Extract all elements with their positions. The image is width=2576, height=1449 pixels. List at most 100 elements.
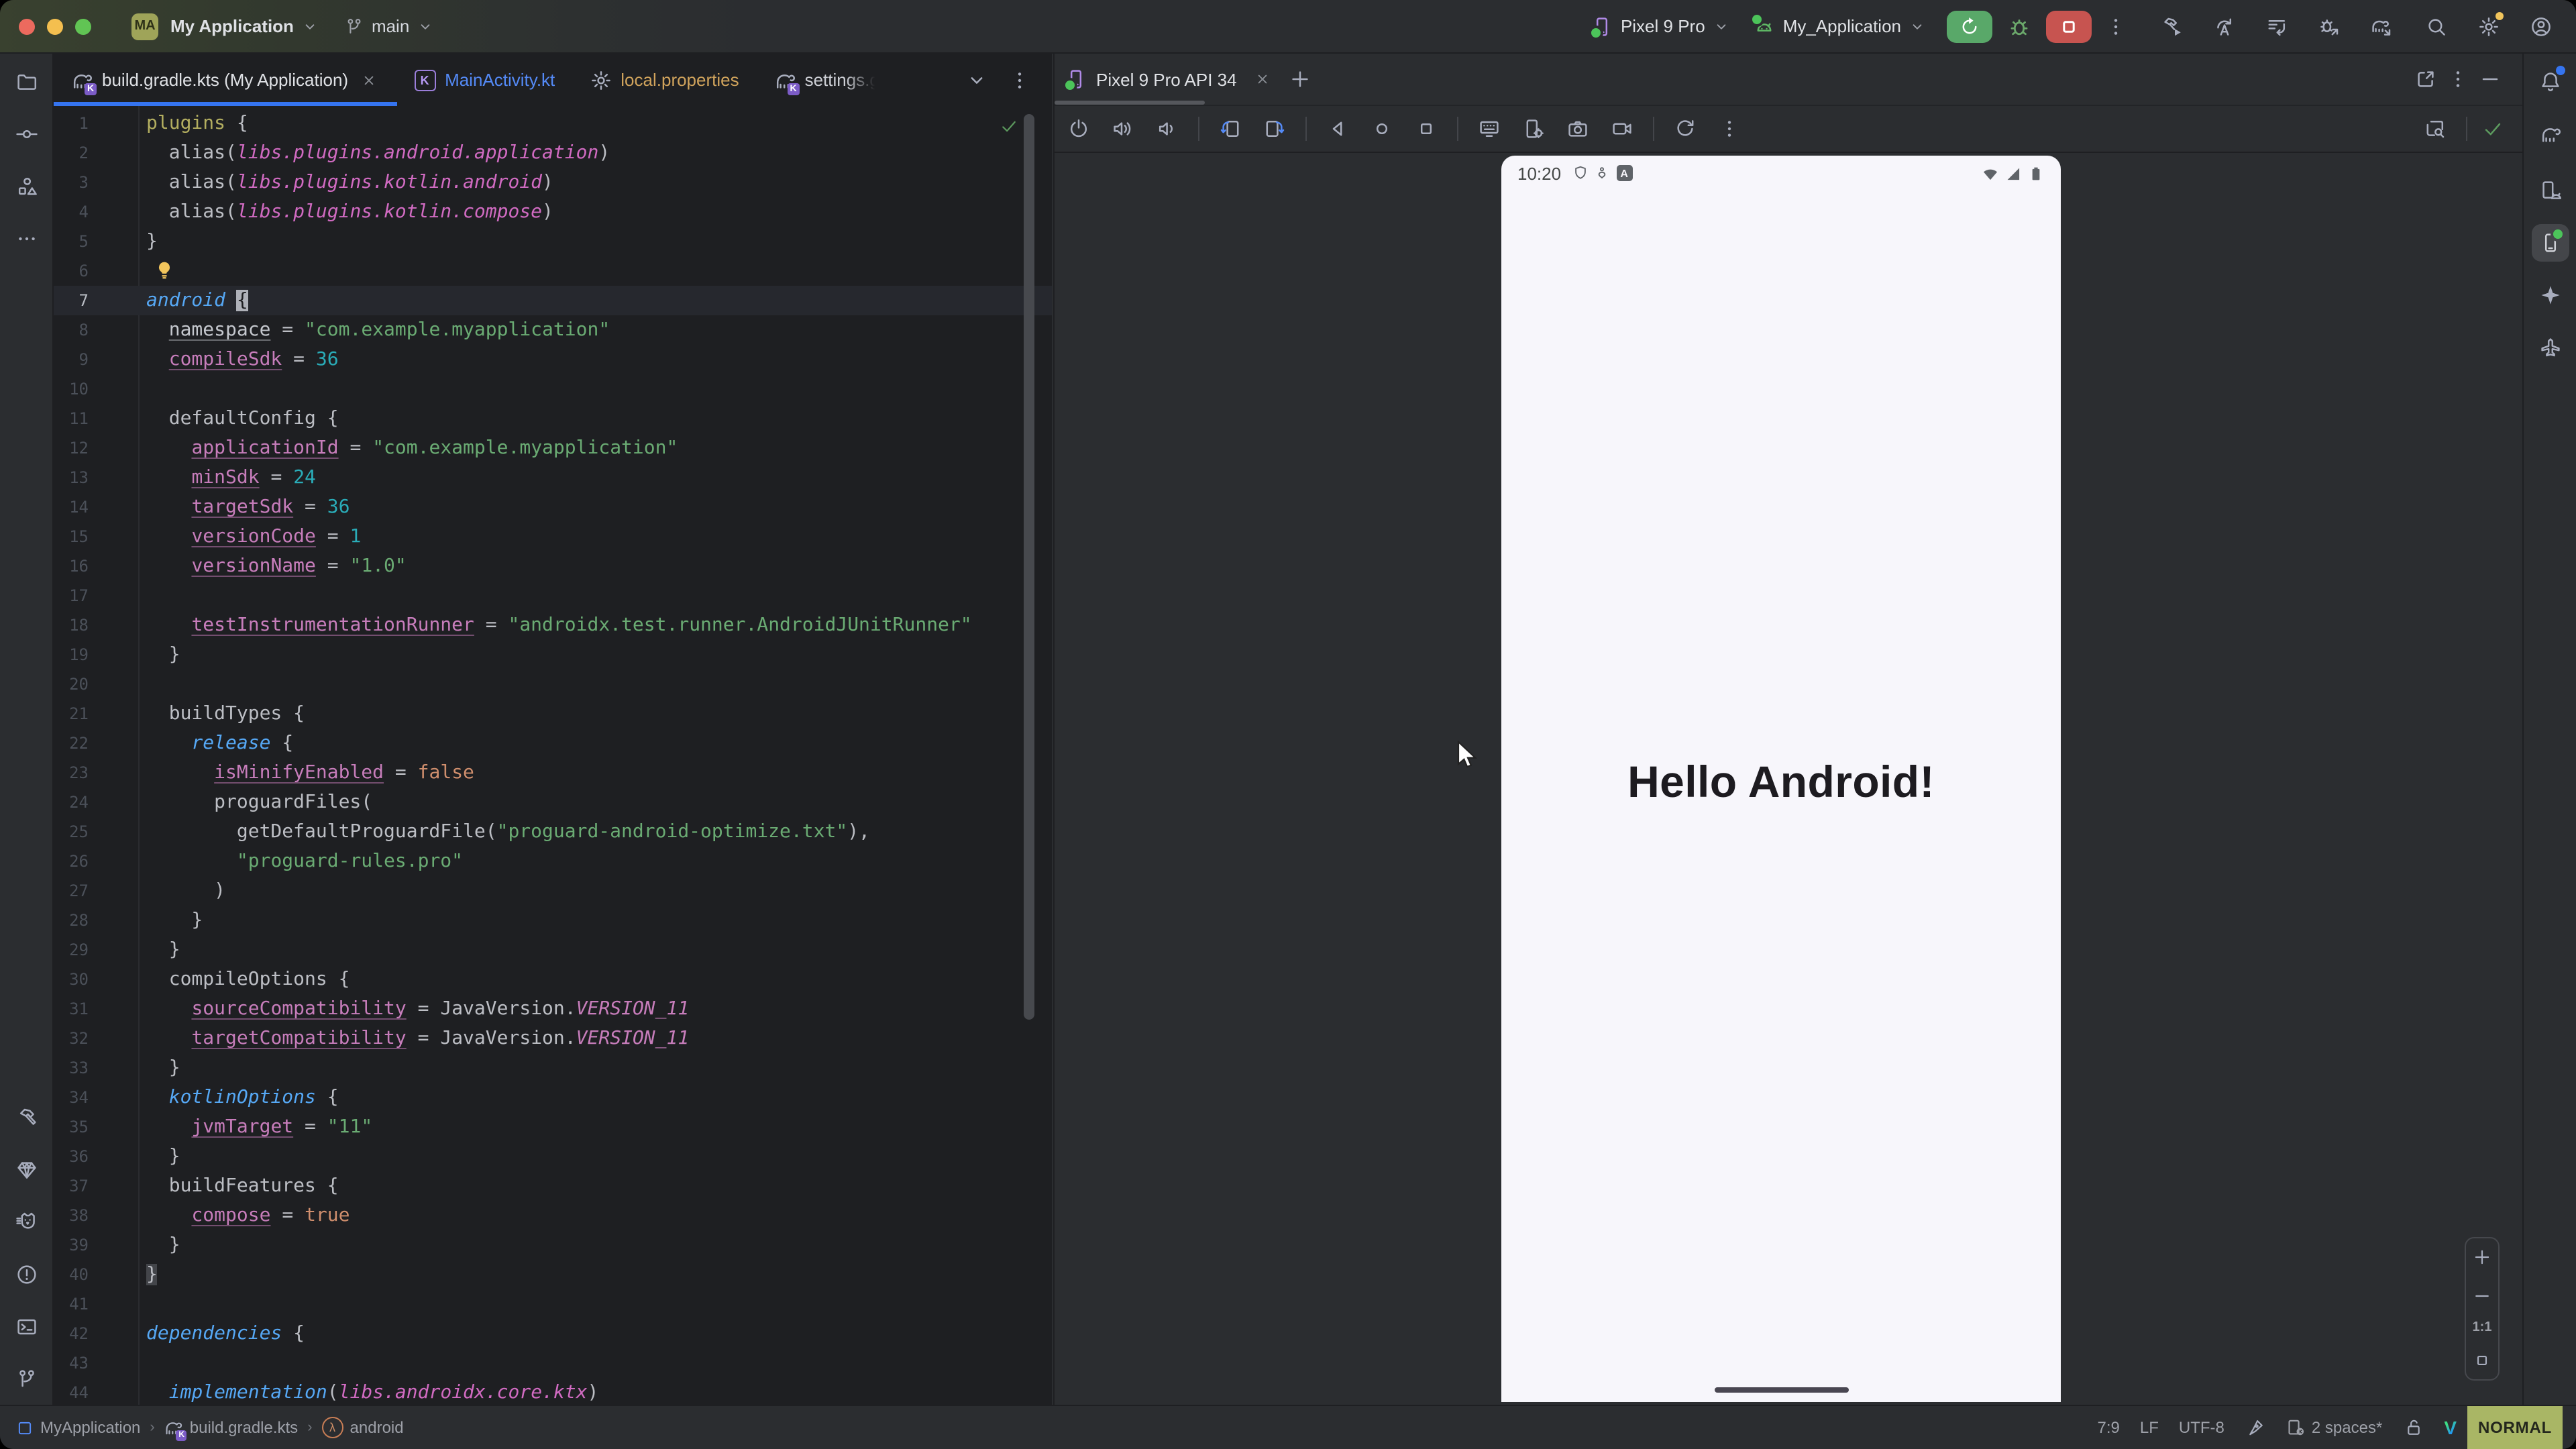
tab-mainactivity-kt[interactable]: K MainActivity.kt [396, 54, 572, 106]
sidebar-item-commit[interactable] [7, 115, 45, 153]
code-line[interactable]: 6 [54, 256, 1052, 286]
code-line[interactable]: 39 } [54, 1230, 1052, 1260]
rerun-button[interactable] [1947, 10, 1992, 42]
code-line[interactable]: 11 defaultConfig { [54, 404, 1052, 433]
code-line[interactable]: 3 alias(libs.plugins.kotlin.android) [54, 168, 1052, 197]
code-editor[interactable]: 1plugins {2 alias(libs.plugins.android.a… [54, 106, 1052, 1405]
breadcrumb-module[interactable]: MyApplication [16, 1418, 140, 1437]
close-device-tab-button[interactable] [1252, 68, 1273, 90]
code-line[interactable]: 26 "proguard-rules.pro" [54, 847, 1052, 876]
volume-up-button[interactable] [1107, 113, 1139, 145]
sidebar-item-structure[interactable] [7, 168, 45, 205]
project-widget[interactable]: My Application [170, 16, 318, 36]
screen-record-button[interactable] [1606, 113, 1638, 145]
code-line[interactable]: 33 } [54, 1053, 1052, 1083]
run-configuration-selector[interactable]: My_Application [1754, 15, 1925, 37]
code-line[interactable]: 4 alias(libs.plugins.kotlin.compose) [54, 197, 1052, 227]
line-ending-widget[interactable]: LF [2140, 1418, 2159, 1437]
hide-panel-button[interactable] [2474, 63, 2506, 95]
sidebar-item-logcat[interactable] [7, 1203, 45, 1241]
screenshot-button[interactable] [1562, 113, 1594, 145]
zoom-actual-size-button[interactable]: 1:1 [2473, 1321, 2492, 1336]
zoom-out-button[interactable] [2469, 1283, 2496, 1309]
indent-widget[interactable]: 2 spaces* [2286, 1418, 2382, 1437]
home-button[interactable] [1366, 113, 1398, 145]
code-line[interactable]: 23 isMinifyEnabled = false [54, 758, 1052, 788]
rotate-left-button[interactable] [1214, 113, 1246, 145]
close-window-button[interactable] [19, 18, 35, 34]
code-line[interactable]: 42dependencies { [54, 1319, 1052, 1348]
code-line[interactable]: 28 } [54, 906, 1052, 935]
reset-button[interactable] [1669, 113, 1701, 145]
code-line[interactable]: 13 minSdk = 24 [54, 463, 1052, 492]
breadcrumb-file[interactable]: K build.gradle.kts [164, 1418, 298, 1437]
code-line[interactable]: 32 targetCompatibility = JavaVersion.VER… [54, 1024, 1052, 1053]
tab-scrollbar[interactable] [1055, 101, 1205, 105]
code-line[interactable]: 20 [54, 669, 1052, 699]
hidden-tabs-button[interactable] [961, 64, 993, 96]
debug-button[interactable] [2003, 10, 2035, 42]
sidebar-item-more-tools[interactable] [7, 220, 45, 258]
open-in-window-button[interactable] [2410, 63, 2442, 95]
code-line[interactable]: 25 getDefaultProguardFile("proguard-andr… [54, 817, 1052, 847]
code-line[interactable]: 22 release { [54, 729, 1052, 758]
editor-options-button[interactable] [1004, 64, 1036, 96]
add-device-tab-button[interactable] [1284, 63, 1316, 95]
notifications-button[interactable] [2531, 63, 2569, 101]
gesture-navigation-bar[interactable] [1714, 1387, 1848, 1393]
zoom-window-button[interactable] [75, 18, 91, 34]
minimize-window-button[interactable] [47, 18, 63, 34]
back-button[interactable] [1322, 113, 1354, 145]
code-line[interactable]: 44 implementation(libs.androidx.core.ktx… [54, 1378, 1052, 1405]
code-line[interactable]: 10 [54, 374, 1052, 404]
volume-down-button[interactable] [1151, 113, 1183, 145]
code-line[interactable]: 2 alias(libs.plugins.android.application… [54, 138, 1052, 168]
branch-widget[interactable]: main [345, 16, 433, 36]
editor-scrollbar[interactable] [1024, 114, 1034, 1020]
sidebar-item-device-manager[interactable] [2531, 172, 2569, 209]
code-line[interactable]: 15 versionCode = 1 [54, 522, 1052, 551]
close-tab-button[interactable] [358, 69, 379, 91]
sidebar-item-travel-mode[interactable] [2531, 329, 2569, 366]
gradle-sync-button[interactable] [2365, 10, 2398, 42]
code-line[interactable]: 16 versionName = "1.0" [54, 551, 1052, 581]
code-line[interactable]: 21 buildTypes { [54, 699, 1052, 729]
code-line[interactable]: 27 ) [54, 876, 1052, 906]
sidebar-item-project[interactable] [7, 63, 45, 101]
sidebar-item-app-quality-insights[interactable] [7, 1151, 45, 1189]
code-line[interactable]: 43 [54, 1348, 1052, 1378]
highlighting-widget[interactable] [2245, 1417, 2266, 1438]
sidebar-item-gradle[interactable] [2531, 115, 2569, 153]
vim-icon[interactable]: V [2444, 1417, 2457, 1438]
code-line[interactable]: 38 compose = true [54, 1201, 1052, 1230]
sidebar-item-version-control[interactable] [7, 1360, 45, 1398]
sidebar-item-gemini[interactable] [2531, 276, 2569, 314]
tab-settings-gradle[interactable]: K settings.g [757, 54, 897, 106]
encoding-widget[interactable]: UTF-8 [2179, 1418, 2224, 1437]
code-line[interactable]: 18 testInstrumentationRunner = "androidx… [54, 610, 1052, 640]
power-button[interactable] [1063, 113, 1095, 145]
code-line[interactable]: 41 [54, 1289, 1052, 1319]
readonly-toggle[interactable] [2402, 1417, 2424, 1438]
settings-button[interactable] [2473, 10, 2505, 42]
attach-debugger-button[interactable] [2313, 10, 2345, 42]
more-run-options-button[interactable] [2100, 10, 2132, 42]
device-settings-button[interactable] [1517, 113, 1550, 145]
code-line[interactable]: 12 applicationId = "com.example.myapplic… [54, 433, 1052, 463]
sidebar-item-terminal[interactable] [7, 1308, 45, 1346]
build-button[interactable] [2156, 10, 2188, 42]
profile-button[interactable] [2525, 10, 2557, 42]
code-line[interactable]: 36 } [54, 1142, 1052, 1171]
intention-bulb-icon[interactable] [154, 260, 174, 280]
virtual-display-button[interactable] [1473, 113, 1505, 145]
screenshot-inspect-button[interactable] [2419, 113, 2451, 145]
device-selector[interactable]: Pixel 9 Pro [1591, 15, 1729, 37]
code-line[interactable]: 7android { [54, 286, 1052, 315]
code-line[interactable]: 1plugins { [54, 109, 1052, 138]
code-line[interactable]: 40} [54, 1260, 1052, 1289]
sidebar-item-build[interactable] [7, 1099, 45, 1136]
sidebar-item-problems[interactable] [7, 1256, 45, 1293]
tab-local-properties[interactable]: local.properties [572, 54, 756, 106]
code-line[interactable]: 37 buildFeatures { [54, 1171, 1052, 1201]
code-line[interactable]: 8 namespace = "com.example.myapplication… [54, 315, 1052, 345]
